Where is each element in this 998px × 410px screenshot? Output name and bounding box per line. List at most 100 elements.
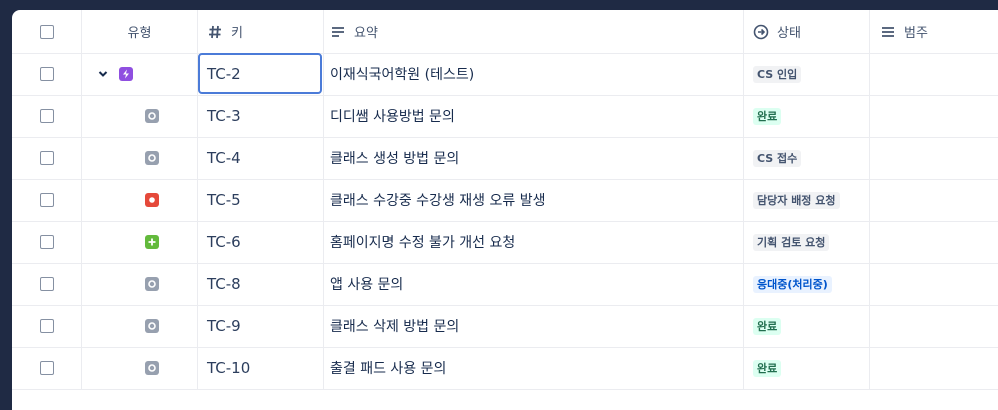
- column-header-summary[interactable]: 요약: [324, 10, 744, 53]
- summary-cell[interactable]: 클래스 생성 방법 문의: [324, 137, 744, 179]
- summary-cell[interactable]: 홈페이지명 수정 불가 개선 요청: [324, 221, 744, 263]
- row-select-cell: [12, 347, 82, 389]
- column-header-key-label: 키: [231, 26, 243, 41]
- status-badge[interactable]: 기획 검토 요청: [753, 233, 830, 251]
- task-type-icon: [145, 151, 159, 165]
- issue-key[interactable]: TC-4: [207, 149, 241, 167]
- column-header-key[interactable]: 키: [198, 10, 324, 53]
- table-header: 유형 키 요약 상태 범주: [12, 10, 998, 54]
- category-cell[interactable]: [870, 95, 998, 137]
- category-cell[interactable]: [870, 305, 998, 347]
- row-checkbox[interactable]: [39, 319, 54, 333]
- issue-table: 유형 키 요약 상태 범주 TC-2 이재식국어학원 (테스트) CS 인입 T…: [12, 10, 998, 410]
- type-cell: [82, 179, 198, 221]
- arrow-circle-right-icon: [753, 24, 769, 40]
- issue-key[interactable]: TC-8: [207, 275, 241, 293]
- type-cell: [82, 305, 198, 347]
- key-cell[interactable]: TC-2: [198, 53, 324, 95]
- status-badge[interactable]: CS 접수: [753, 149, 802, 167]
- issue-summary: 디디쌤 사용방법 문의: [330, 109, 455, 125]
- status-cell[interactable]: 응대중(처리중): [744, 263, 870, 305]
- status-cell[interactable]: CS 접수: [744, 137, 870, 179]
- row-select-cell: [12, 305, 82, 347]
- select-all-cell: [12, 10, 82, 53]
- row-checkbox[interactable]: [39, 193, 54, 207]
- status-cell[interactable]: 완료: [744, 305, 870, 347]
- task-type-icon: [145, 361, 159, 375]
- table-row[interactable]: TC-4 클래스 생성 방법 문의 CS 접수: [12, 137, 998, 180]
- category-cell[interactable]: [870, 221, 998, 263]
- table-row[interactable]: TC-3 디디쌤 사용방법 문의 완료: [12, 95, 998, 138]
- hash-icon: [207, 24, 223, 40]
- improvement-type-icon: [145, 235, 159, 249]
- epic-type-icon: [119, 67, 133, 81]
- type-cell: [82, 263, 198, 305]
- row-checkbox[interactable]: [39, 277, 54, 291]
- summary-cell[interactable]: 디디쌤 사용방법 문의: [324, 95, 744, 137]
- status-cell[interactable]: 담당자 배정 요청: [744, 179, 870, 221]
- summary-cell[interactable]: 이재식국어학원 (테스트): [324, 53, 744, 95]
- key-cell[interactable]: TC-9: [198, 305, 324, 347]
- key-cell[interactable]: TC-5: [198, 179, 324, 221]
- task-type-icon: [145, 277, 159, 291]
- issue-key[interactable]: TC-9: [207, 317, 241, 335]
- status-badge[interactable]: 완료: [753, 317, 782, 335]
- issue-summary: 클래스 생성 방법 문의: [330, 151, 460, 167]
- row-checkbox[interactable]: [39, 109, 54, 123]
- category-cell[interactable]: [870, 263, 998, 305]
- summary-cell[interactable]: 클래스 삭제 방법 문의: [324, 305, 744, 347]
- column-header-category[interactable]: 범주: [870, 10, 998, 53]
- key-cell[interactable]: TC-3: [198, 95, 324, 137]
- summary-cell[interactable]: 앱 사용 문의: [324, 263, 744, 305]
- category-cell[interactable]: [870, 347, 998, 389]
- issue-summary: 클래스 수강중 수강생 재생 오류 발생: [330, 193, 546, 209]
- key-cell[interactable]: TC-8: [198, 263, 324, 305]
- column-header-status[interactable]: 상태: [744, 10, 870, 53]
- table-row[interactable]: TC-10 출결 패드 사용 문의 완료: [12, 347, 998, 390]
- row-checkbox[interactable]: [39, 151, 54, 165]
- issue-summary: 출결 패드 사용 문의: [330, 361, 447, 377]
- issue-key[interactable]: TC-3: [207, 107, 241, 125]
- column-header-type-label: 유형: [127, 26, 152, 41]
- row-select-cell: [12, 263, 82, 305]
- status-badge[interactable]: 완료: [753, 107, 782, 125]
- row-checkbox[interactable]: [39, 361, 54, 375]
- issue-key[interactable]: TC-10: [207, 359, 250, 377]
- table-row[interactable]: TC-5 클래스 수강중 수강생 재생 오류 발생 담당자 배정 요청: [12, 179, 998, 222]
- category-cell[interactable]: [870, 53, 998, 95]
- row-select-cell: [12, 179, 82, 221]
- status-cell[interactable]: 완료: [744, 95, 870, 137]
- row-select-cell: [12, 95, 82, 137]
- chevron-down-icon[interactable]: [96, 66, 110, 80]
- category-cell[interactable]: [870, 137, 998, 179]
- issue-key[interactable]: TC-2: [207, 65, 241, 83]
- status-badge[interactable]: 완료: [753, 359, 782, 377]
- status-badge[interactable]: 응대중(처리중): [753, 275, 832, 293]
- summary-cell[interactable]: 클래스 수강중 수강생 재생 오류 발생: [324, 179, 744, 221]
- status-cell[interactable]: 기획 검토 요청: [744, 221, 870, 263]
- status-badge[interactable]: 담당자 배정 요청: [753, 191, 840, 209]
- task-type-icon: [145, 109, 159, 123]
- issue-summary: 앱 사용 문의: [330, 277, 404, 293]
- status-badge[interactable]: CS 인입: [753, 65, 802, 83]
- bug-type-icon: [145, 193, 159, 207]
- table-row[interactable]: TC-9 클래스 삭제 방법 문의 완료: [12, 305, 998, 348]
- summary-cell[interactable]: 출결 패드 사용 문의: [324, 347, 744, 389]
- category-cell[interactable]: [870, 179, 998, 221]
- issue-key[interactable]: TC-6: [207, 233, 241, 251]
- column-header-type[interactable]: 유형: [82, 10, 198, 53]
- table-row[interactable]: TC-6 홈페이지명 수정 불가 개선 요청 기획 검토 요청: [12, 221, 998, 264]
- issue-key[interactable]: TC-5: [207, 191, 241, 209]
- row-checkbox[interactable]: [39, 235, 54, 249]
- row-checkbox[interactable]: [39, 67, 54, 81]
- type-cell: [82, 137, 198, 179]
- key-cell[interactable]: TC-6: [198, 221, 324, 263]
- select-all-checkbox[interactable]: [39, 24, 54, 39]
- table-row[interactable]: TC-8 앱 사용 문의 응대중(처리중): [12, 263, 998, 306]
- key-cell[interactable]: TC-4: [198, 137, 324, 179]
- column-header-status-label: 상태: [777, 26, 801, 41]
- key-cell[interactable]: TC-10: [198, 347, 324, 389]
- status-cell[interactable]: 완료: [744, 347, 870, 389]
- table-row[interactable]: TC-2 이재식국어학원 (테스트) CS 인입: [12, 53, 998, 96]
- status-cell[interactable]: CS 인입: [744, 53, 870, 95]
